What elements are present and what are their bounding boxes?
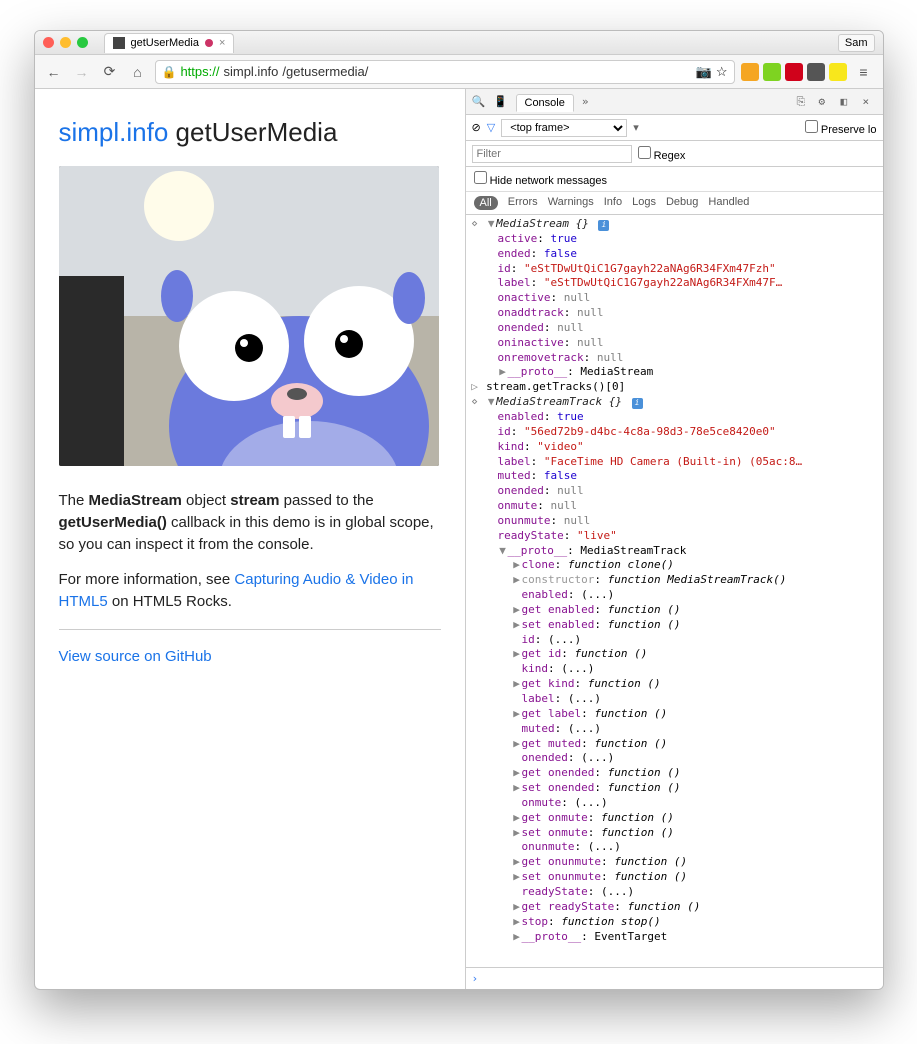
gopher-illustration xyxy=(59,166,439,466)
level-warnings[interactable]: Warnings xyxy=(548,196,594,210)
tab-recording-indicator xyxy=(205,39,213,47)
title-rest: getUserMedia xyxy=(168,117,337,147)
tab-title: getUserMedia xyxy=(131,37,199,49)
extension-icon[interactable] xyxy=(741,63,759,81)
expand-arrow-icon[interactable]: ▶ xyxy=(498,365,508,380)
web-page: simpl.info getUserMedia xyxy=(35,89,465,989)
extension-icon[interactable] xyxy=(785,63,803,81)
expand-arrow-icon[interactable]: ▼ xyxy=(498,544,508,559)
paragraph-2: For more information, see Capturing Audi… xyxy=(59,569,441,613)
url-scheme: https:// xyxy=(180,64,219,79)
regex-checkbox[interactable]: Regex xyxy=(638,146,686,162)
settings-gear-icon[interactable]: ⚙ xyxy=(819,95,833,109)
info-badge-icon[interactable]: i xyxy=(598,220,609,231)
level-all[interactable]: All xyxy=(474,196,498,210)
expand-arrow-icon[interactable]: ▷ xyxy=(470,380,480,395)
level-debug[interactable]: Debug xyxy=(666,196,698,210)
nav-back-button[interactable]: ← xyxy=(43,61,65,83)
expand-arrow-icon[interactable]: ⋄ xyxy=(470,395,480,410)
tab-favicon xyxy=(113,37,125,49)
level-info[interactable]: Info xyxy=(604,196,622,210)
console-context-bar: ⊘ ▽ <top frame> ▾ Preserve lo xyxy=(466,115,883,141)
page-title: simpl.info getUserMedia xyxy=(59,117,441,148)
tab-close-button[interactable]: × xyxy=(219,37,225,49)
nav-forward-button[interactable]: → xyxy=(71,61,93,83)
extension-icon[interactable] xyxy=(807,63,825,81)
inspect-icon[interactable]: 🔍 xyxy=(472,95,486,109)
device-toggle-icon[interactable]: 📱 xyxy=(494,95,508,109)
lock-icon: 🔒 xyxy=(162,65,177,79)
menu-button[interactable]: ≡ xyxy=(853,61,875,83)
console-output[interactable]: ⋄ ▼MediaStream {} i active: true ended: … xyxy=(466,215,883,967)
maximize-window-button[interactable] xyxy=(77,37,88,48)
level-errors[interactable]: Errors xyxy=(508,196,538,210)
browser-window: getUserMedia × Sam ← → ⟳ ⌂ 🔒 https:// sim… xyxy=(34,30,884,990)
camera-indicator-icon[interactable]: 📷 xyxy=(696,64,712,80)
extension-icon[interactable] xyxy=(763,63,781,81)
filter-input[interactable] xyxy=(472,145,632,163)
nav-home-button[interactable]: ⌂ xyxy=(127,61,149,83)
level-logs[interactable]: Logs xyxy=(632,196,656,210)
divider xyxy=(59,629,441,630)
dock-side-icon[interactable]: ◧ xyxy=(841,95,855,109)
profile-button[interactable]: Sam xyxy=(838,34,875,52)
info-badge-icon[interactable]: i xyxy=(632,398,643,409)
log-level-filter: All Errors Warnings Info Logs Debug Hand… xyxy=(466,192,883,215)
filter-funnel-icon[interactable]: ▽ xyxy=(487,121,495,134)
title-link[interactable]: simpl.info xyxy=(59,117,169,147)
devtools-toolbar: 🔍 📱 Console » ⎘ ⚙ ◧ × xyxy=(466,89,883,115)
level-handled[interactable]: Handled xyxy=(708,196,749,210)
paragraph-1: The MediaStream object stream passed to … xyxy=(59,490,441,555)
console-tab[interactable]: Console xyxy=(516,94,574,112)
extension-icon[interactable] xyxy=(829,63,847,81)
minimize-window-button[interactable] xyxy=(60,37,71,48)
hide-network-checkbox[interactable]: Hide network messages xyxy=(466,167,883,192)
title-bar: getUserMedia × Sam xyxy=(35,31,883,55)
video-preview xyxy=(59,166,439,466)
clear-console-icon[interactable]: ⊘ xyxy=(472,121,481,134)
drawer-toggle-icon[interactable]: ⎘ xyxy=(797,95,811,109)
console-filter-bar: Regex xyxy=(466,141,883,167)
traffic-lights xyxy=(43,37,88,48)
extension-icons xyxy=(741,63,847,81)
devtools-close-icon[interactable]: × xyxy=(863,95,877,109)
bookmark-star-icon[interactable]: ☆ xyxy=(716,64,728,80)
github-link[interactable]: View source on GitHub xyxy=(59,648,212,665)
address-bar[interactable]: 🔒 https:// simpl.info/getusermedia/ 📷 ☆ xyxy=(155,60,735,84)
toolbar: ← → ⟳ ⌂ 🔒 https:// simpl.info/getusermedi… xyxy=(35,55,883,89)
url-host: simpl.info xyxy=(223,64,278,79)
devtools-panel: 🔍 📱 Console » ⎘ ⚙ ◧ × ⊘ ▽ <top frame> ▾ … xyxy=(465,89,883,989)
close-window-button[interactable] xyxy=(43,37,54,48)
content-area: simpl.info getUserMedia xyxy=(35,89,883,989)
preserve-log-checkbox[interactable]: Preserve lo xyxy=(805,120,877,136)
frame-select[interactable]: <top frame> xyxy=(501,119,627,137)
more-tabs-icon[interactable]: » xyxy=(582,95,596,109)
console-prompt[interactable]: › xyxy=(466,967,883,989)
url-path: /getusermedia/ xyxy=(282,64,368,79)
browser-tab[interactable]: getUserMedia × xyxy=(104,33,235,53)
nav-reload-button[interactable]: ⟳ xyxy=(99,61,121,83)
expand-arrow-icon[interactable]: ⋄ xyxy=(470,217,480,232)
